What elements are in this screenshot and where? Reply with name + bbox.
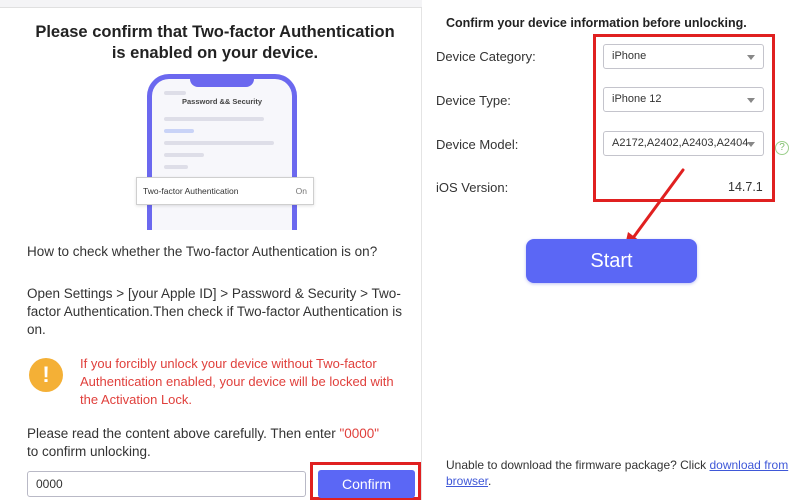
confirm-code-input[interactable] [27, 471, 306, 497]
phone-placeholder-line [164, 165, 188, 169]
download-notice: Unable to download the firmware package?… [446, 457, 796, 489]
start-button[interactable]: Start [526, 239, 697, 283]
phone-screen-title: Password && Security [181, 97, 263, 106]
phone-placeholder-line [164, 129, 194, 133]
confirm-code: "0000" [339, 426, 380, 441]
top-bar [0, 0, 422, 8]
page-title: Please confirm that Two-factor Authentic… [35, 23, 395, 62]
phone-illustration: Password && Security [147, 74, 297, 230]
download-notice-text: Unable to download the firmware package?… [446, 458, 710, 472]
phone-placeholder-line [164, 153, 204, 157]
warning-text: If you forcibly unlock your device witho… [80, 356, 394, 407]
left-panel: Please confirm that Two-factor Authentic… [0, 0, 422, 500]
confirm-instruction-text: Please read the content above carefully.… [27, 426, 340, 441]
phone-placeholder-line [164, 91, 186, 95]
howto-question: How to check whether the Two-factor Auth… [27, 244, 378, 259]
download-notice-end: . [488, 474, 492, 488]
phone-placeholder-line [164, 117, 264, 121]
device-model-label: Device Model: [436, 137, 519, 152]
two-factor-setting-row: Two-factor Authentication On [136, 177, 314, 205]
phone-placeholder-line [164, 141, 274, 145]
help-icon[interactable]: ? [775, 141, 789, 155]
howto-answer: Open Settings > [your Apple ID] > Passwo… [27, 286, 402, 337]
two-factor-state: On [295, 186, 307, 196]
warning-icon: ! [29, 358, 63, 392]
ios-version-label: iOS Version: [436, 180, 509, 195]
confirm-instruction: Please read the content above carefully.… [27, 425, 387, 461]
device-category-label: Device Category: [436, 49, 536, 64]
confirm-instruction-text-end: to confirm unlocking. [27, 444, 151, 459]
device-info-title: Confirm your device information before u… [446, 16, 747, 30]
phone-notch [190, 79, 254, 87]
confirm-button[interactable]: Confirm [318, 470, 415, 498]
device-type-label: Device Type: [436, 93, 511, 108]
two-factor-label: Two-factor Authentication [143, 186, 239, 196]
